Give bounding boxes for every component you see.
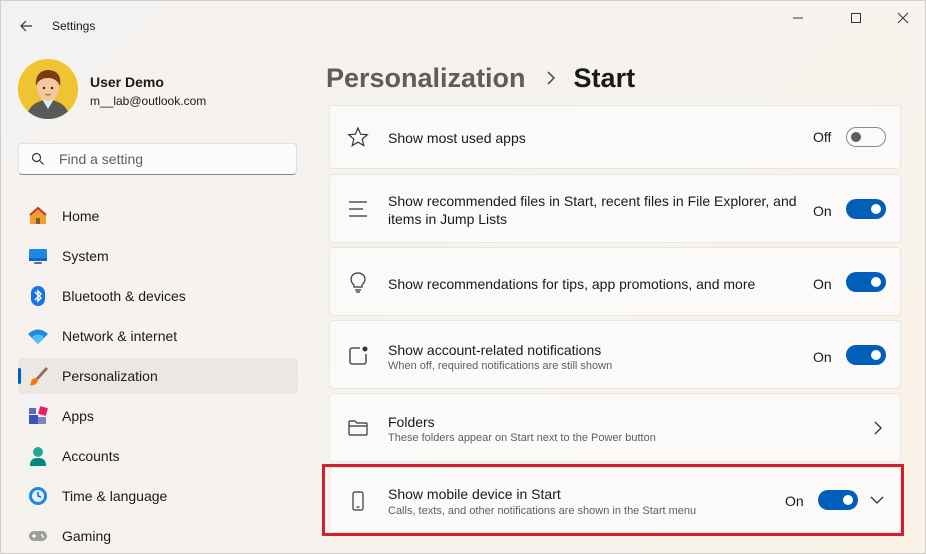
- toggle-state-label: Off: [813, 129, 832, 145]
- nav-item-gaming[interactable]: Gaming: [18, 518, 298, 553]
- selection-indicator: [18, 368, 21, 384]
- setting-subtitle: Calls, texts, and other notifications ar…: [388, 505, 697, 517]
- notification-icon: [346, 344, 370, 368]
- toggle-switch[interactable]: [846, 345, 886, 365]
- toggle-state-label: On: [813, 203, 832, 219]
- brush-icon: [27, 365, 49, 387]
- setting-title: Show recommendations for tips, app promo…: [388, 276, 756, 292]
- nav-item-bluetooth[interactable]: Bluetooth & devices: [18, 278, 298, 314]
- search-icon: [31, 152, 44, 165]
- minimize-button[interactable]: [781, 7, 815, 29]
- apps-icon: [27, 405, 49, 427]
- avatar[interactable]: [18, 59, 78, 119]
- setting-card-mobile-device[interactable]: Show mobile device in Start Calls, texts…: [329, 467, 901, 533]
- toggle-switch[interactable]: [846, 199, 886, 219]
- nav-item-home[interactable]: Home: [18, 198, 298, 234]
- setting-subtitle: These folders appear on Start next to th…: [388, 432, 656, 444]
- toggle-state-label: On: [785, 493, 804, 509]
- system-icon: [27, 245, 49, 267]
- page-title: Start: [573, 62, 636, 93]
- setting-title: Folders: [388, 414, 435, 430]
- list-icon: [346, 197, 370, 221]
- clock-globe-icon: [27, 485, 49, 507]
- home-icon: [27, 205, 49, 227]
- toggle-switch[interactable]: [846, 127, 886, 147]
- user-email: m__lab@outlook.com: [90, 94, 207, 108]
- avatar-person-icon: [18, 59, 78, 119]
- settings-window: Settings User Demo m__lab@outlook.com Fi…: [0, 0, 926, 554]
- wifi-icon: [27, 325, 49, 347]
- app-title: Settings: [52, 19, 96, 33]
- close-button[interactable]: [886, 7, 920, 29]
- breadcrumb-parent[interactable]: Personalization: [326, 63, 526, 94]
- setting-subtitle: When off, required notifications are sti…: [388, 360, 613, 372]
- lightbulb-icon: [346, 270, 370, 294]
- toggle-state-label: On: [813, 276, 832, 292]
- toggle-state-label: On: [813, 349, 832, 365]
- maximize-icon: [851, 13, 861, 23]
- user-name: User Demo: [90, 74, 164, 90]
- nav-item-accounts[interactable]: Accounts: [18, 438, 298, 474]
- setting-title: Show most used apps: [388, 130, 526, 146]
- gamepad-icon: [27, 525, 49, 547]
- setting-title: Show mobile device in Start: [388, 486, 561, 502]
- star-icon: [346, 125, 370, 149]
- setting-card-folders[interactable]: Folders These folders appear on Start ne…: [329, 393, 901, 462]
- title-bar: Settings: [1, 1, 925, 49]
- nav-item-time-language[interactable]: Time & language: [18, 478, 298, 514]
- nav-label: Network & internet: [62, 328, 178, 344]
- close-icon: [897, 12, 909, 24]
- nav-label: Personalization: [62, 368, 158, 384]
- setting-title: Show account-related notifications: [388, 342, 602, 358]
- nav-label: Apps: [62, 408, 94, 424]
- nav-item-system[interactable]: System: [18, 238, 298, 274]
- nav-item-apps[interactable]: Apps: [18, 398, 298, 434]
- back-button[interactable]: [11, 11, 41, 41]
- folder-icon: [346, 416, 370, 440]
- back-arrow-icon: [20, 20, 32, 32]
- nav-item-network[interactable]: Network & internet: [18, 318, 298, 354]
- nav-label: System: [62, 248, 109, 264]
- chevron-down-icon[interactable]: [869, 492, 885, 508]
- search-input[interactable]: [59, 149, 289, 169]
- breadcrumb-chevron-icon: [546, 71, 556, 85]
- setting-title: Show recommended files in Start, recent …: [388, 193, 797, 227]
- maximize-button[interactable]: [839, 7, 873, 29]
- search-box[interactable]: [18, 143, 297, 175]
- nav-label: Home: [62, 208, 100, 224]
- toggle-switch[interactable]: [846, 272, 886, 292]
- nav-label: Bluetooth & devices: [62, 288, 186, 304]
- chevron-right-icon: [870, 420, 886, 436]
- nav-label: Accounts: [62, 448, 120, 464]
- nav-label: Time & language: [62, 488, 168, 504]
- setting-card-recommended-files: Show recommended files in Start, recent …: [329, 174, 901, 243]
- breadcrumb: Personalization Start: [326, 59, 635, 97]
- bluetooth-icon: [27, 285, 49, 307]
- setting-card-account-notifications: Show account-related notifications When …: [329, 320, 901, 389]
- nav-item-personalization[interactable]: Personalization: [18, 358, 298, 394]
- nav-label: Gaming: [62, 528, 112, 544]
- minimize-icon: [793, 17, 803, 19]
- setting-card-most-used-apps: Show most used apps Off: [329, 105, 901, 169]
- phone-icon: [346, 489, 370, 513]
- account-icon: [27, 445, 49, 467]
- toggle-switch[interactable]: [818, 490, 858, 510]
- setting-card-recommendations-tips: Show recommendations for tips, app promo…: [329, 247, 901, 316]
